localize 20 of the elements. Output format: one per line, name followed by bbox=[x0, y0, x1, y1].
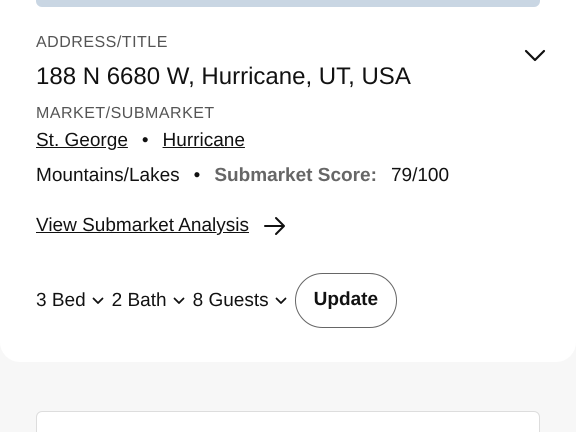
filter-dropdown[interactable]: 8 Guests bbox=[192, 288, 287, 312]
filter-dropdown[interactable]: 2 Bath bbox=[112, 288, 185, 312]
arrow-right-icon bbox=[262, 216, 287, 236]
score-label: Submarket Score: bbox=[214, 164, 377, 188]
analysis-link[interactable]: View Submarket Analysis bbox=[36, 214, 249, 238]
filter-dropdown[interactable]: 3 Bed bbox=[36, 288, 104, 312]
address-label: ADDRESS/TITLE bbox=[36, 33, 169, 53]
chevron-down-icon bbox=[274, 296, 287, 304]
separator-dot: • bbox=[142, 129, 149, 153]
submarket-link[interactable]: Hurricane bbox=[162, 129, 245, 153]
score-value: 79/100 bbox=[390, 164, 450, 188]
address-title: 188 N 6680 W, Hurricane, UT, USA bbox=[36, 62, 411, 92]
update-button[interactable]: Update bbox=[294, 273, 398, 328]
category-text: Mountains/Lakes bbox=[36, 164, 180, 188]
chevron-down-icon[interactable] bbox=[524, 49, 546, 63]
chevron-down-icon bbox=[92, 296, 104, 304]
separator-dot: • bbox=[194, 164, 200, 188]
chevron-down-icon bbox=[172, 296, 185, 304]
market-link[interactable]: St. George bbox=[36, 129, 128, 153]
market-label: MARKET/SUBMARKET bbox=[36, 104, 216, 124]
